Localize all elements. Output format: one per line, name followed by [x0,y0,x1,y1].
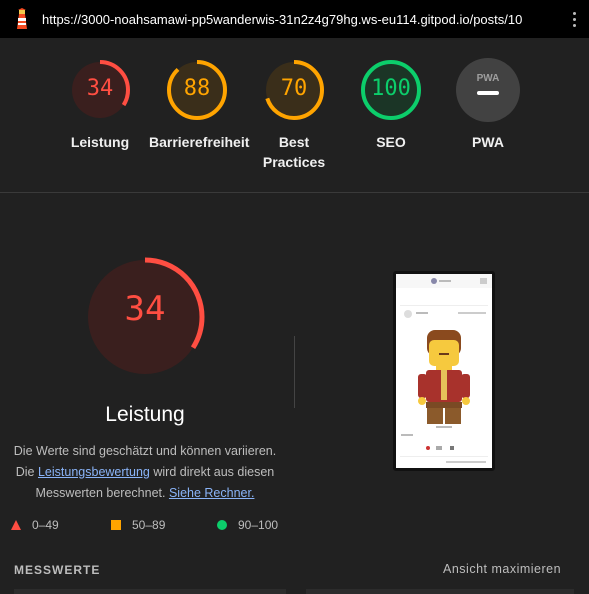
metrics-header: MESSWERTE [14,563,101,577]
pwa-badge-icon: PWA [456,58,520,122]
gauge-label: Best Practices [262,134,326,170]
desc-line-1: Die Werte sind geschätzt und können vari… [13,444,277,458]
performance-score: 34 [124,289,166,329]
gauge-best-practices[interactable]: 70 Best Practices [246,58,342,172]
lighthouse-icon [17,8,27,29]
legend-label: 0–49 [32,518,59,532]
legend-label: 90–100 [238,518,279,532]
gauge-label: PWA [472,134,504,150]
legend-pass: 90–100 [216,518,278,532]
performance-title: Leistung [105,403,185,426]
gauge-value: 100 [371,76,411,101]
gauge-value: 70 [280,76,308,101]
leistungsbewertung-link[interactable]: Leistungsbewertung [38,465,150,479]
divider [294,336,295,408]
performance-description: Die Werte sind geschätzt und können vari… [0,441,290,504]
performance-section: 34 Leistung Die Werte sind geschätzt und… [0,193,589,594]
desc-line-3: Messwerten berechnet. Siehe Rechner. [0,483,290,504]
desc-text: wird direkt aus diesen [149,465,275,479]
address-url[interactable]: https://3000-noahsamawi-pp5wanderwis-31n… [42,12,522,27]
circle-icon [217,520,227,530]
gauge-label: Barrierefreiheit [149,134,250,150]
page-screenshot-thumbnail[interactable] [393,271,495,471]
legend-label: 50–89 [132,518,166,532]
triangle-icon [11,520,21,530]
metric-card-edge [14,589,286,594]
kebab-menu-icon[interactable] [572,12,578,28]
square-icon [111,520,121,530]
performance-gauge: 34 [84,256,206,378]
screenshot-image [396,274,492,468]
gauge-value: 88 [183,76,211,101]
gauge-barrierefreiheit[interactable]: 88 Barrierefreiheit [149,58,250,152]
score-summary: 34 Leistung 88 Barrierefreiheit 70 Best … [0,38,589,193]
legend-average: 50–89 [110,518,165,532]
gauge-pwa[interactable]: PWA PWA [440,58,536,152]
expand-view-button[interactable]: Ansicht maximieren [443,562,561,576]
gauge-seo[interactable]: 100 SEO [343,58,439,152]
gauge-leistung[interactable]: 34 Leistung [52,58,148,152]
desc-line-2: Die Leistungsbewertung wird direkt aus d… [0,462,290,483]
desc-text: Messwerten berechnet. [35,486,169,500]
browser-bar: https://3000-noahsamawi-pp5wanderwis-31n… [0,0,589,38]
legend-fail: 0–49 [10,518,59,532]
svg-text:PWA: PWA [477,73,500,84]
calculator-link[interactable]: Siehe Rechner. [169,486,254,500]
gauge-label: Leistung [70,134,130,150]
gauge-label: SEO [376,134,406,150]
desc-text: Die [15,465,38,479]
metric-card-edge [306,589,574,594]
gauge-value: 34 [86,76,114,101]
